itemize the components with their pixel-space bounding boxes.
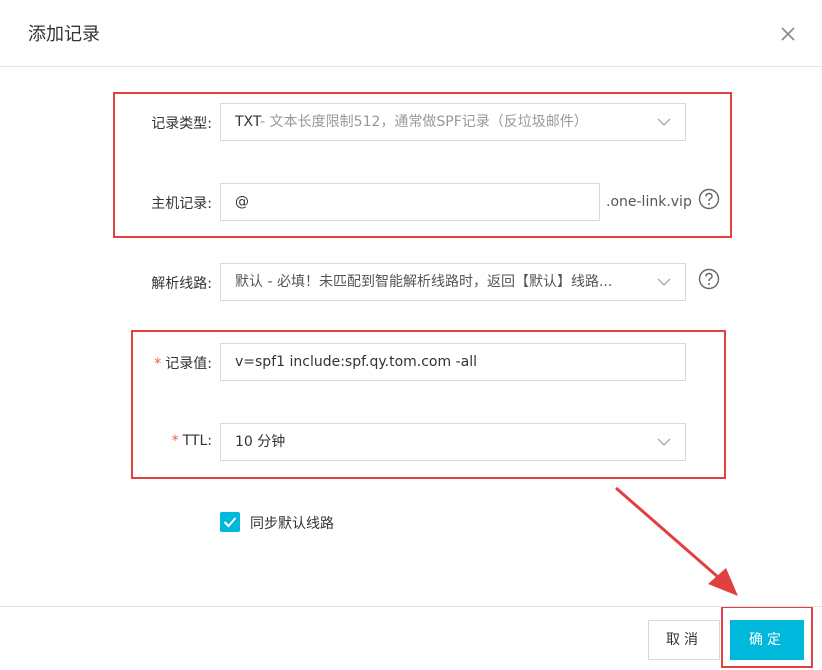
annotation-arrow-icon <box>615 486 738 596</box>
close-icon[interactable] <box>778 24 798 44</box>
help-icon[interactable] <box>698 268 720 290</box>
checkmark-icon <box>223 517 237 528</box>
sync-default-label: 同步默认线路 <box>250 516 334 532</box>
dialog-header: 添加记录 <box>0 0 822 67</box>
resolve-line-label: 解析线路: <box>151 276 212 292</box>
annotation-box-top <box>113 92 732 238</box>
footer-divider <box>0 606 822 607</box>
annotation-box-middle <box>131 330 726 479</box>
resolve-line-select[interactable]: 默认 - 必填！未匹配到智能解析线路时，返回【默认】线路... <box>220 263 686 301</box>
sync-default-checkbox[interactable] <box>220 512 240 532</box>
chevron-down-icon <box>657 278 671 286</box>
resolve-line-value: 默认 - 必填！未匹配到智能解析线路时，返回【默认】线路... <box>235 274 613 290</box>
cancel-button[interactable]: 取消 <box>648 620 720 660</box>
dialog-title: 添加记录 <box>28 24 100 45</box>
ok-button[interactable]: 确定 <box>730 620 804 660</box>
